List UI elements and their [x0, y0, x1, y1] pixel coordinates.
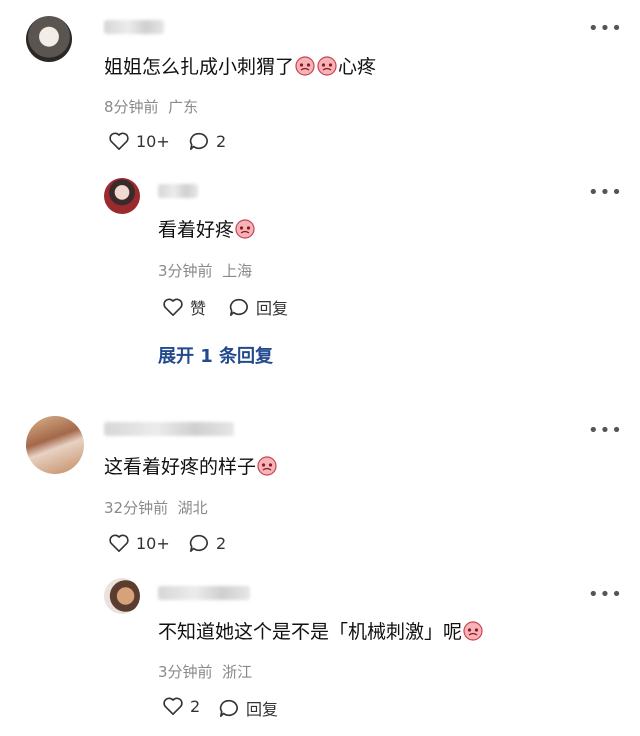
- speech-bubble-icon: [219, 699, 238, 717]
- location: 浙江: [222, 663, 253, 681]
- comment-text: 姐姐怎么扎成小刺猬了 心疼: [104, 56, 377, 78]
- more-options-button[interactable]: •••: [588, 184, 623, 202]
- crying-face-emoji-icon: [317, 56, 337, 76]
- reply-button[interactable]: 回复: [228, 295, 288, 319]
- avatar[interactable]: [26, 16, 72, 62]
- crying-face-emoji-icon: [235, 219, 255, 239]
- location: 湖北: [177, 499, 208, 517]
- timestamp: 8分钟前: [104, 98, 159, 116]
- heart-outline-icon: [163, 298, 183, 316]
- comment-meta: 8分钟前 广东: [104, 96, 198, 117]
- username-blurred[interactable]: [158, 184, 198, 198]
- location: 广东: [168, 98, 199, 116]
- comment-meta: 32分钟前 湖北: [104, 497, 208, 518]
- heart-outline-icon: [163, 697, 183, 715]
- comment-text: 这看着好疼的样子: [104, 455, 278, 480]
- crying-face-emoji-icon: [257, 456, 277, 476]
- reply-text: 看着好疼: [158, 218, 256, 243]
- location: 上海: [222, 262, 253, 280]
- like-button[interactable]: 10+: [108, 533, 170, 553]
- speech-bubble-icon: [189, 534, 208, 552]
- heart-outline-icon: [109, 132, 129, 150]
- avatar[interactable]: [26, 416, 84, 474]
- speech-bubble-icon: [189, 132, 208, 150]
- more-options-button[interactable]: •••: [588, 20, 623, 38]
- comment-count-button[interactable]: 2: [188, 131, 226, 151]
- crying-face-emoji-icon: [463, 621, 483, 641]
- speech-bubble-icon: [229, 298, 248, 316]
- reply-text: 不知道她这个是不是「机械刺激」呢: [158, 620, 484, 645]
- avatar[interactable]: [104, 578, 140, 614]
- like-button[interactable]: 赞: [162, 295, 206, 319]
- heart-outline-icon: [109, 534, 129, 552]
- username-blurred[interactable]: [158, 586, 250, 600]
- username-blurred[interactable]: [104, 422, 234, 436]
- timestamp: 32分钟前: [104, 499, 169, 517]
- timestamp: 3分钟前: [158, 262, 213, 280]
- reply-button[interactable]: 回复: [218, 696, 278, 720]
- like-button[interactable]: 10+: [108, 131, 170, 151]
- username-blurred[interactable]: [104, 20, 164, 34]
- reply-meta: 3分钟前 浙江: [158, 661, 252, 682]
- reply-meta: 3分钟前 上海: [158, 260, 252, 281]
- crying-face-emoji-icon: [295, 56, 315, 76]
- comment-count-button[interactable]: 2: [188, 533, 226, 553]
- more-options-button[interactable]: •••: [588, 586, 623, 604]
- avatar[interactable]: [104, 178, 140, 214]
- timestamp: 3分钟前: [158, 663, 213, 681]
- like-button[interactable]: 2: [162, 696, 200, 716]
- more-options-button[interactable]: •••: [588, 422, 623, 440]
- expand-replies-link[interactable]: 展开 1 条回复: [158, 342, 273, 368]
